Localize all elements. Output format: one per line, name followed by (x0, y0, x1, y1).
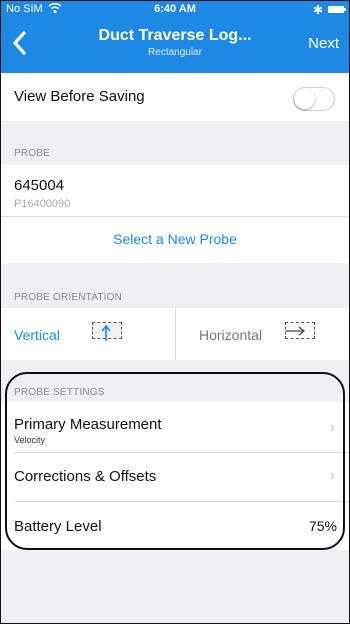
battery-level-row: Battery Level 75% (1, 502, 349, 550)
probe-section-label: PROBE (14, 148, 51, 159)
battery-level-label: Battery Level (14, 518, 102, 535)
view-before-saving-toggle[interactable] (293, 87, 335, 111)
navigation-header: No SIM 6:40 AM ✱ Duct Traverse Log... Re… (1, 1, 349, 73)
horizontal-probe-icon (285, 322, 315, 339)
vertical-probe-icon (92, 322, 122, 341)
probe-settings-list: Primary Measurement Velocity › Correctio… (1, 402, 349, 550)
corrections-offsets-row[interactable]: Corrections & Offsets › (1, 453, 349, 501)
chevron-right-icon: › (329, 467, 335, 484)
primary-measurement-label: Primary Measurement (14, 416, 162, 433)
probe-orientation-selector: Vertical Horizontal (1, 308, 349, 360)
view-before-saving-label: View Before Saving (14, 88, 145, 105)
primary-measurement-value: Velocity (14, 435, 46, 445)
next-button[interactable]: Next (308, 35, 339, 52)
battery-level-value: 75% (308, 518, 337, 534)
divider (1, 216, 349, 217)
orientation-horizontal-option[interactable]: Horizontal (176, 308, 349, 360)
probe-serial: P16400090 (14, 198, 71, 210)
chevron-left-icon[interactable] (9, 28, 33, 58)
probe-orientation-section-label: PROBE ORIENTATION (14, 292, 123, 303)
probe-id: 645004 (14, 177, 65, 194)
chevron-right-icon: › (329, 419, 335, 436)
select-new-probe-button[interactable]: Select a New Probe (1, 231, 349, 247)
clock: 6:40 AM (154, 3, 196, 15)
status-bar: No SIM 6:40 AM ✱ (1, 1, 349, 19)
vertical-label: Vertical (14, 327, 60, 343)
toggle-knob (294, 88, 315, 109)
probe-settings-section-label: PROBE SETTINGS (14, 387, 105, 398)
page-subtitle: Rectangular (148, 47, 202, 58)
horizontal-label: Horizontal (199, 327, 263, 343)
primary-measurement-row[interactable]: Primary Measurement Velocity › (1, 402, 349, 452)
page-title: Duct Traverse Log... (98, 27, 252, 44)
phone-screen: No SIM 6:40 AM ✱ Duct Traverse Log... Re… (0, 0, 350, 624)
corrections-offsets-label: Corrections & Offsets (14, 468, 157, 485)
view-before-saving-row: View Before Saving (1, 73, 349, 121)
probe-card: 645004 P16400090 Select a New Probe (1, 165, 349, 263)
battery-icon (328, 6, 346, 13)
bluetooth-icon: ✱ (312, 3, 323, 17)
orientation-vertical-option[interactable]: Vertical (1, 308, 175, 360)
